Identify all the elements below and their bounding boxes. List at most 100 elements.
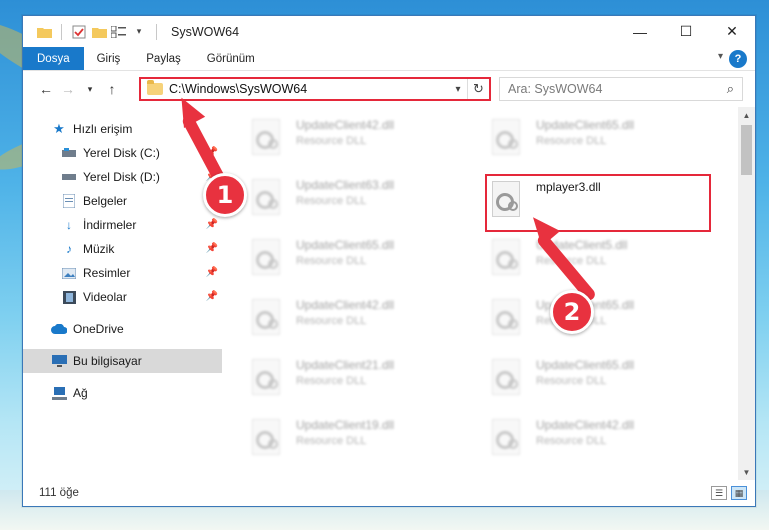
window-controls: — ☐ ✕: [617, 16, 755, 47]
file-tile[interactable]: UpdateClient19.dll Resource DLL: [248, 413, 458, 465]
music-icon: ♪: [66, 242, 72, 256]
drive-icon: [61, 145, 77, 161]
sidebar-item-music[interactable]: ♪ Müzik 📌: [23, 237, 222, 261]
forward-button[interactable]: →: [57, 78, 79, 100]
file-tile[interactable]: UpdateClient42.dll Resource DLL: [248, 293, 458, 345]
tab-share[interactable]: Paylaş: [133, 47, 194, 70]
file-tile[interactable]: UpdateClient5.dll Resource DLL: [488, 233, 698, 285]
file-description: Resource DLL: [536, 435, 607, 447]
network-icon: [51, 385, 67, 401]
close-button[interactable]: ✕: [709, 16, 755, 47]
videos-icon: [61, 289, 77, 305]
tab-home[interactable]: Giriş: [84, 47, 134, 70]
pin-icon[interactable]: 📌: [206, 291, 218, 302]
recent-locations-button[interactable]: ▾: [79, 78, 101, 100]
star-icon: ★: [53, 121, 65, 136]
new-folder-icon[interactable]: [90, 23, 108, 41]
minimize-button[interactable]: —: [617, 16, 663, 47]
file-name: UpdateClient65.dll: [536, 358, 635, 372]
sidebar-item-documents[interactable]: Belgeler 📌: [23, 189, 222, 213]
scroll-up-icon[interactable]: ▲: [738, 107, 755, 123]
up-button[interactable]: ↑: [101, 78, 123, 100]
sidebar-item-network[interactable]: Ağ: [23, 381, 222, 405]
help-icon[interactable]: ?: [729, 50, 747, 68]
tab-file[interactable]: Dosya: [23, 47, 84, 70]
dll-file-icon: [248, 119, 284, 159]
folder-icon: [147, 80, 163, 95]
dll-file-icon: [248, 179, 284, 219]
step-badge-2: 2: [550, 290, 594, 334]
item-count: 111 öğe: [39, 487, 79, 499]
file-tile[interactable]: UpdateClient63.dll Resource DLL: [248, 173, 458, 225]
sidebar-item-downloads[interactable]: ↓ İndirmeler 📌: [23, 213, 222, 237]
window-title: SysWOW64: [171, 24, 240, 39]
dll-file-icon: [488, 239, 524, 279]
content-area: ★ Hızlı erişim Yerel Disk (C:) 📌 Yerel D…: [23, 107, 755, 480]
navigation-bar: ← → ▾ ↑ C:\Windows\SysWOW64 ▾ ↻ Ara: Sys…: [23, 71, 755, 107]
address-path[interactable]: C:\Windows\SysWOW64: [169, 82, 449, 96]
back-button[interactable]: ←: [35, 78, 57, 100]
dll-file-icon: [248, 419, 284, 459]
explorer-window: ▾ SysWOW64 — ☐ ✕ Dosya Giriş Paylaş Görü…: [22, 15, 756, 507]
file-name: UpdateClient65.dll: [296, 238, 395, 252]
file-name: UpdateClient63.dll: [296, 178, 395, 192]
search-icon[interactable]: ⌕: [727, 81, 734, 97]
dll-file-icon: [488, 419, 524, 459]
file-tile[interactable]: UpdateClient42.dll Resource DLL: [248, 113, 458, 165]
ribbon-tabs: Dosya Giriş Paylaş Görünüm ▾ ?: [23, 47, 755, 71]
sidebar-item-local-disk-c[interactable]: Yerel Disk (C:) 📌: [23, 141, 222, 165]
search-input[interactable]: Ara: SysWOW64: [508, 82, 602, 96]
file-name: UpdateClient42.dll: [536, 418, 635, 432]
file-description: Resource DLL: [296, 375, 367, 387]
title-bar: ▾ SysWOW64 — ☐ ✕: [23, 16, 755, 47]
file-tile[interactable]: UpdateClient65.dllResource DLL: [488, 113, 698, 165]
properties-icon[interactable]: [70, 23, 88, 41]
sidebar-item-this-pc[interactable]: Bu bilgisayar: [23, 349, 222, 373]
sidebar-item-onedrive[interactable]: OneDrive: [23, 317, 222, 341]
file-description: Resource DLL: [296, 135, 367, 147]
status-bar: 111 öğe ☰ ▦: [23, 480, 755, 506]
search-box[interactable]: Ara: SysWOW64 ⌕: [499, 77, 743, 101]
drive-icon: [61, 169, 77, 185]
refresh-button[interactable]: ↻: [467, 79, 489, 99]
file-description: Resource DLL: [536, 375, 607, 387]
chevron-down-icon[interactable]: ▾: [130, 23, 148, 41]
scrollbar-thumb[interactable]: [741, 125, 752, 175]
cloud-icon: [51, 321, 67, 337]
download-icon: ↓: [66, 218, 72, 232]
dll-file-icon: [248, 299, 284, 339]
dll-file-icon: [488, 299, 524, 339]
maximize-button[interactable]: ☐: [663, 16, 709, 47]
vertical-scrollbar[interactable]: ▲ ▼: [738, 107, 755, 480]
file-tile[interactable]: UpdateClient65.dllResource DLL: [488, 293, 698, 345]
view-switcher: ☰ ▦: [711, 486, 747, 500]
step-badge-1: 1: [203, 173, 247, 217]
details-view-icon[interactable]: ☰: [711, 486, 727, 500]
tiles-view-icon[interactable]: ▦: [731, 486, 747, 500]
file-tile[interactable]: UpdateClient65.dllResource DLL: [248, 233, 458, 285]
file-tile[interactable]: UpdateClient65.dll Resource DLL: [488, 353, 698, 405]
scroll-down-icon[interactable]: ▼: [738, 464, 755, 480]
file-tile[interactable]: UpdateClient21.dll Resource DLL: [248, 353, 458, 405]
chevron-down-icon[interactable]: ▾: [449, 84, 467, 95]
quick-access-toolbar: ▾: [23, 23, 163, 41]
computer-icon: [51, 353, 67, 369]
pin-icon[interactable]: 📌: [206, 219, 218, 230]
sidebar-item-pictures[interactable]: Resimler 📌: [23, 261, 222, 285]
file-description: Resource DLL: [536, 135, 607, 147]
expand-ribbon-icon[interactable]: ▾: [718, 51, 723, 62]
sidebar-item-videos[interactable]: Videolar 📌: [23, 285, 222, 309]
file-tile[interactable]: UpdateClient42.dll Resource DLL: [488, 413, 698, 465]
file-description: Resource DLL: [296, 315, 367, 327]
view-options-icon[interactable]: [110, 23, 128, 41]
pin-icon[interactable]: 📌: [206, 243, 218, 254]
pin-icon[interactable]: 📌: [206, 267, 218, 278]
file-name: UpdateClient42.dll: [296, 118, 395, 132]
dll-file-icon: [248, 359, 284, 399]
file-name: UpdateClient19.dll: [296, 418, 395, 432]
tab-view[interactable]: Görünüm: [194, 47, 268, 70]
sidebar-item-local-disk-d[interactable]: Yerel Disk (D:) 📌: [23, 165, 222, 189]
dll-file-icon: [488, 359, 524, 399]
documents-icon: [61, 193, 77, 209]
highlight-box-file: [485, 174, 711, 232]
